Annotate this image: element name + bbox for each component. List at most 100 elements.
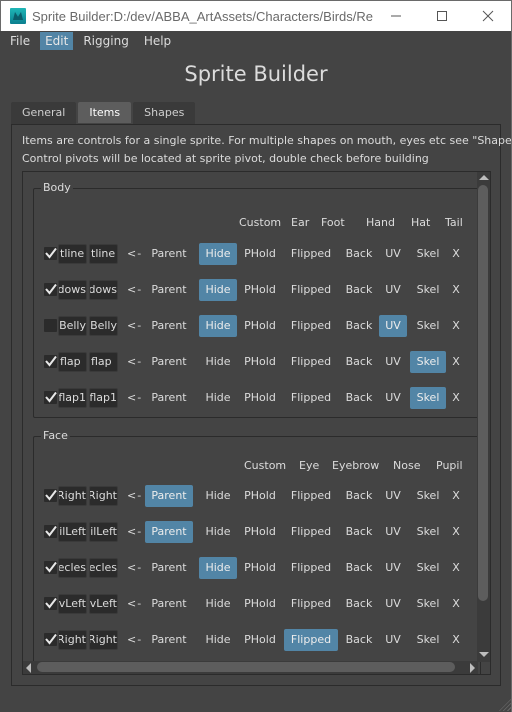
parent-button[interactable]: Parent <box>145 593 193 615</box>
enable-checkbox[interactable] <box>44 525 57 538</box>
control-name-field[interactable]: Right <box>89 630 118 650</box>
resize-grip-icon[interactable] <box>499 699 511 711</box>
horizontal-scrollbar[interactable] <box>23 661 478 674</box>
enable-checkbox[interactable] <box>44 633 57 646</box>
remove-button[interactable]: X <box>448 629 464 651</box>
parent-button[interactable]: Parent <box>145 485 193 507</box>
copy-name-button[interactable]: <- <box>127 521 142 543</box>
skel-button[interactable]: Skel <box>410 521 446 543</box>
hide-button[interactable]: Hide <box>199 315 237 337</box>
minimize-button[interactable] <box>373 1 419 31</box>
copy-name-button[interactable]: <- <box>127 557 142 579</box>
copy-name-button[interactable]: <- <box>127 593 142 615</box>
uv-button[interactable]: UV <box>379 351 407 373</box>
uv-button[interactable]: UV <box>379 629 407 651</box>
phold-button[interactable]: PHold <box>239 557 281 579</box>
sprite-name-field[interactable]: Belly <box>58 316 87 336</box>
remove-button[interactable]: X <box>448 279 464 301</box>
enable-checkbox[interactable] <box>44 597 57 610</box>
scroll-right-arrow-icon[interactable] <box>470 663 475 673</box>
menu-help[interactable]: Help <box>139 32 176 50</box>
enable-checkbox[interactable] <box>44 561 57 574</box>
parent-button[interactable]: Parent <box>145 315 193 337</box>
phold-button[interactable]: PHold <box>239 387 281 409</box>
tab-general[interactable]: General <box>11 102 77 124</box>
uv-button[interactable]: UV <box>379 485 407 507</box>
remove-button[interactable]: X <box>448 387 464 409</box>
parent-button[interactable]: Parent <box>145 629 193 651</box>
flipped-button[interactable]: Flipped <box>284 485 338 507</box>
sprite-name-field[interactable]: Right <box>58 486 87 506</box>
uv-button[interactable]: UV <box>379 557 407 579</box>
enable-checkbox[interactable] <box>44 355 57 368</box>
remove-button[interactable]: X <box>448 521 464 543</box>
skel-button[interactable]: Skel <box>410 387 446 409</box>
back-button[interactable]: Back <box>341 351 377 373</box>
parent-button[interactable]: Parent <box>145 279 193 301</box>
phold-button[interactable]: PHold <box>239 315 281 337</box>
flipped-button[interactable]: Flipped <box>284 279 338 301</box>
hide-button[interactable]: Hide <box>199 243 237 265</box>
enable-checkbox[interactable] <box>44 391 57 404</box>
copy-name-button[interactable]: <- <box>127 351 142 373</box>
control-name-field[interactable]: flap <box>89 352 118 372</box>
remove-button[interactable]: X <box>448 593 464 615</box>
control-name-field[interactable]: tline <box>89 244 118 264</box>
phold-button[interactable]: PHold <box>239 629 281 651</box>
vertical-scrollbar[interactable] <box>477 172 490 662</box>
back-button[interactable]: Back <box>341 593 377 615</box>
phold-button[interactable]: PHold <box>239 351 281 373</box>
horizontal-scroll-thumb[interactable] <box>37 662 455 672</box>
skel-button[interactable]: Skel <box>410 243 446 265</box>
uv-button[interactable]: UV <box>379 315 407 337</box>
control-name-field[interactable]: flap1 <box>89 388 118 408</box>
remove-button[interactable]: X <box>448 557 464 579</box>
hide-button[interactable]: Hide <box>199 351 237 373</box>
menu-edit[interactable]: Edit <box>40 32 74 50</box>
flipped-button[interactable]: Flipped <box>284 593 338 615</box>
enable-checkbox[interactable] <box>44 319 57 332</box>
phold-button[interactable]: PHold <box>239 279 281 301</box>
uv-button[interactable]: UV <box>379 521 407 543</box>
phold-button[interactable]: PHold <box>239 593 281 615</box>
back-button[interactable]: Back <box>341 485 377 507</box>
hide-button[interactable]: Hide <box>199 387 237 409</box>
sprite-name-field[interactable]: tline <box>58 244 87 264</box>
sprite-name-field[interactable]: flap1 <box>58 388 87 408</box>
back-button[interactable]: Back <box>341 557 377 579</box>
back-button[interactable]: Back <box>341 279 377 301</box>
control-name-field[interactable]: Right <box>89 486 118 506</box>
control-name-field[interactable]: ecles <box>89 558 118 578</box>
phold-button[interactable]: PHold <box>239 243 281 265</box>
enable-checkbox[interactable] <box>44 283 57 296</box>
copy-name-button[interactable]: <- <box>127 629 142 651</box>
copy-name-button[interactable]: <- <box>127 387 142 409</box>
hide-button[interactable]: Hide <box>199 557 237 579</box>
skel-button[interactable]: Skel <box>410 485 446 507</box>
skel-button[interactable]: Skel <box>410 315 446 337</box>
skel-button[interactable]: Skel <box>410 351 446 373</box>
back-button[interactable]: Back <box>341 387 377 409</box>
sprite-name-field[interactable]: Right <box>58 630 87 650</box>
uv-button[interactable]: UV <box>379 243 407 265</box>
parent-button[interactable]: Parent <box>145 387 193 409</box>
close-button[interactable] <box>465 1 511 31</box>
flipped-button[interactable]: Flipped <box>284 243 338 265</box>
flipped-button[interactable]: Flipped <box>284 521 338 543</box>
flipped-button[interactable]: Flipped <box>284 351 338 373</box>
enable-checkbox[interactable] <box>44 489 57 502</box>
hide-button[interactable]: Hide <box>199 485 237 507</box>
scroll-up-arrow-icon[interactable] <box>479 175 489 180</box>
skel-button[interactable]: Skel <box>410 279 446 301</box>
uv-button[interactable]: UV <box>379 593 407 615</box>
flipped-button[interactable]: Flipped <box>284 387 338 409</box>
tab-shapes[interactable]: Shapes <box>133 102 196 124</box>
skel-button[interactable]: Skel <box>410 629 446 651</box>
copy-name-button[interactable]: <- <box>127 243 142 265</box>
sprite-name-field[interactable]: vLeft <box>58 594 87 614</box>
flipped-button[interactable]: Flipped <box>284 629 338 651</box>
hide-button[interactable]: Hide <box>199 629 237 651</box>
copy-name-button[interactable]: <- <box>127 315 142 337</box>
uv-button[interactable]: UV <box>379 279 407 301</box>
control-name-field[interactable]: Belly <box>89 316 118 336</box>
